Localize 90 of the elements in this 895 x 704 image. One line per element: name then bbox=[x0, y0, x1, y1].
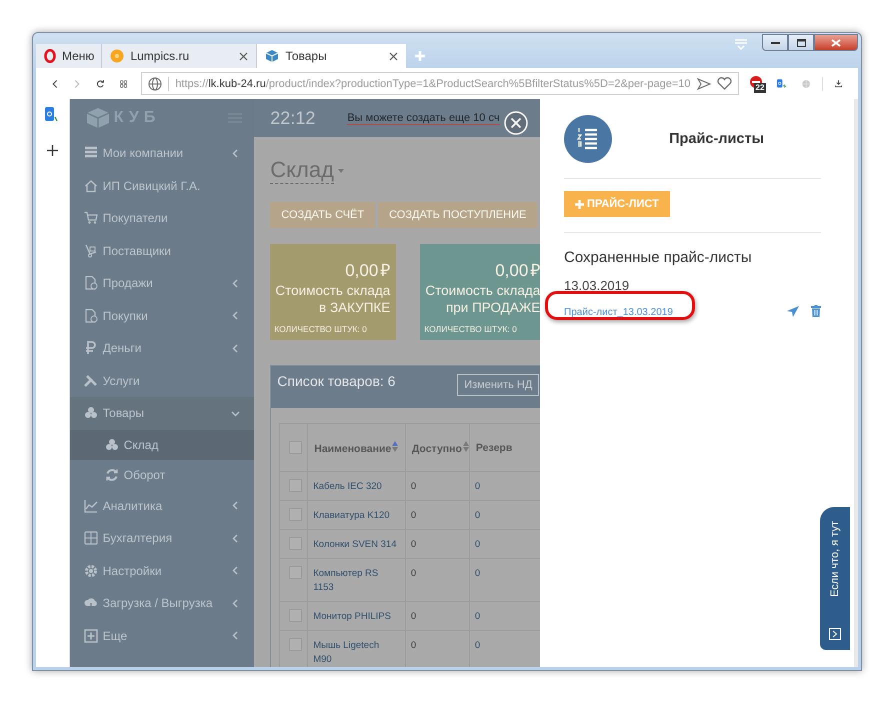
chat-icon bbox=[829, 628, 842, 640]
close-button[interactable] bbox=[814, 34, 858, 51]
nav-item[interactable]: Загрузка / Выгрузка bbox=[70, 587, 254, 620]
numbered-list-icon bbox=[564, 115, 612, 163]
nav-icon bbox=[104, 438, 119, 452]
close-icon[interactable] bbox=[239, 52, 248, 60]
help-tab[interactable]: Если что, я тут bbox=[820, 507, 850, 650]
url-text: https://lk.kub-24.ru/product/index?productionType=1&ProductSearch%5BfilterStatus%5D=2&per-page=10 bbox=[175, 78, 691, 90]
minimize-button[interactable] bbox=[762, 34, 788, 51]
nav-item[interactable]: Поставщики bbox=[70, 234, 254, 267]
product-link[interactable]: Кабель IEC 320 bbox=[308, 472, 406, 500]
count-text: КОЛИЧЕСТВО ШТУК: 0 bbox=[424, 324, 517, 334]
nav-item[interactable]: Покупатели bbox=[70, 202, 254, 234]
column-header[interactable]: Наименование bbox=[308, 424, 406, 472]
nav-item[interactable]: Покупки bbox=[70, 300, 254, 332]
nav-item[interactable]: Услуги bbox=[70, 364, 254, 397]
nav-icon bbox=[84, 374, 98, 388]
clock-text: 22:12 bbox=[270, 108, 316, 128]
nav-item[interactable]: ИП Сивицкий Г.А. bbox=[70, 170, 254, 202]
download-icon[interactable] bbox=[834, 77, 842, 90]
maximize-icon bbox=[796, 38, 806, 46]
table-cell: 0 bbox=[405, 500, 470, 530]
nav-item[interactable]: Товары bbox=[70, 397, 254, 430]
nav-icon bbox=[84, 564, 98, 578]
nav-icon bbox=[84, 178, 98, 193]
amount-text: 0,00₽ bbox=[495, 260, 540, 281]
browser-tab[interactable]: Меню bbox=[36, 44, 100, 68]
adblock-extension-button[interactable]: 22 bbox=[748, 74, 763, 92]
minimize-icon bbox=[770, 40, 780, 44]
amount-text: 0,00₽ bbox=[345, 260, 390, 281]
add-icon[interactable] bbox=[46, 145, 58, 156]
browser-tab[interactable]: Товары bbox=[256, 44, 406, 68]
notice-link[interactable]: Вы можете создать еще 10 сч bbox=[347, 112, 500, 124]
close-icon bbox=[831, 38, 841, 46]
maximize-button[interactable] bbox=[788, 34, 814, 51]
add-price-list-button[interactable]: ПРАЙС-ЛИСТ bbox=[564, 191, 670, 217]
nav-item[interactable]: Продажи bbox=[70, 267, 254, 300]
address-field[interactable]: https://lk.kub-24.ru/product/index?productionType=1&ProductSearch%5BfilterStatus%5D=2&per-page=10 bbox=[141, 72, 739, 95]
nav-icon bbox=[84, 341, 98, 356]
grid-icon[interactable] bbox=[120, 78, 128, 90]
nav-icon bbox=[84, 498, 98, 513]
nav-icon bbox=[84, 211, 98, 226]
table-cell: 0 bbox=[405, 558, 470, 602]
table-cell: 0 bbox=[405, 530, 470, 558]
cube-logo-icon bbox=[86, 107, 110, 129]
translate-icon[interactable] bbox=[45, 107, 60, 123]
close-icon[interactable] bbox=[389, 52, 398, 60]
cube-icon bbox=[265, 49, 280, 63]
count-badge: 22 bbox=[754, 82, 766, 92]
table-cell: 0 bbox=[405, 602, 470, 630]
column-header[interactable]: Доступно bbox=[405, 424, 470, 472]
panel-title: Прайс-листы bbox=[668, 131, 765, 147]
nav-subitem[interactable]: Склад bbox=[70, 430, 254, 460]
send-icon[interactable] bbox=[696, 78, 711, 90]
nav-item[interactable]: Мои компании bbox=[70, 137, 254, 170]
nav-item[interactable]: Деньги bbox=[70, 332, 254, 364]
list-title: Список товаров: 6 bbox=[277, 374, 396, 391]
action-button[interactable]: СОЗДАТЬ СЧЁТ bbox=[270, 202, 376, 228]
nav-icon bbox=[84, 244, 98, 258]
plus-icon bbox=[575, 200, 584, 208]
nav-item[interactable]: Бухгалтерия bbox=[70, 522, 254, 554]
page-title[interactable]: Склад bbox=[270, 157, 334, 184]
section-title: Сохраненные прайс-листы bbox=[564, 249, 753, 266]
nav-icon bbox=[84, 406, 98, 420]
send-icon[interactable] bbox=[787, 306, 800, 316]
nav-icon bbox=[84, 276, 98, 290]
heart-icon[interactable] bbox=[716, 77, 732, 90]
browser-tab[interactable]: Lumpics.ru bbox=[101, 44, 256, 68]
count-text: КОЛИЧЕСТВО ШТУК: 0 bbox=[274, 324, 367, 334]
o-logo-icon bbox=[44, 49, 56, 63]
nav-icon bbox=[84, 628, 98, 643]
change-button[interactable]: Изменить НД bbox=[457, 374, 540, 396]
date-text: 13.03.2019 bbox=[564, 278, 630, 293]
price-list-link[interactable]: Прайс-лист_13.03.2019 bbox=[564, 307, 673, 318]
action-button[interactable]: СОЗДАТЬ ПОСТУПЛЕНИЕ bbox=[378, 202, 538, 228]
nav-icon bbox=[84, 308, 98, 323]
nav-item[interactable]: Настройки bbox=[70, 554, 254, 587]
nav-icon bbox=[84, 531, 98, 546]
product-link[interactable]: Клавиатура K120 bbox=[308, 500, 406, 530]
product-link[interactable]: Монитор PHILIPS bbox=[308, 602, 406, 630]
nav-item[interactable]: Аналитика bbox=[70, 490, 254, 522]
table-cell: 0 bbox=[405, 472, 470, 500]
trash-icon[interactable] bbox=[811, 305, 822, 317]
product-link[interactable]: Колонки SVEN 314 bbox=[308, 530, 406, 558]
card-label: Стоимость склада в ЗАКУПКЕ bbox=[274, 282, 390, 316]
product-link[interactable]: Компьютер RS 1153 bbox=[308, 558, 406, 602]
globe-icon bbox=[148, 76, 162, 90]
nav-icon bbox=[104, 468, 119, 482]
card-label: Стоимость склада при ПРОДАЖЕ bbox=[424, 282, 540, 316]
nav-item[interactable]: Еще bbox=[70, 620, 254, 652]
